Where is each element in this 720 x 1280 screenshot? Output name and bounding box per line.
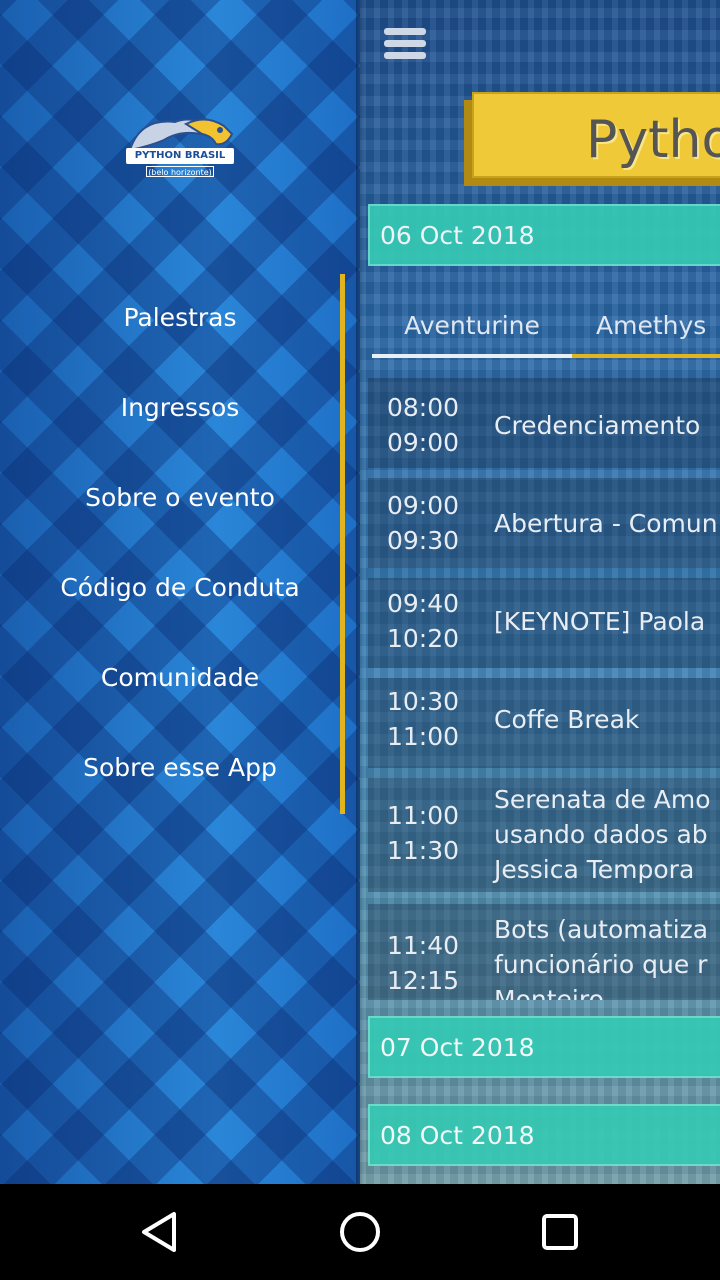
start-time: 10:30 (386, 687, 460, 716)
system-navigation-bar (0, 1184, 720, 1280)
tab-amethyst[interactable]: Amethys (596, 296, 720, 354)
start-time: 09:00 (386, 491, 460, 520)
drawer-item-comunidade[interactable]: Comunidade (0, 632, 360, 722)
drawer-item-ingressos[interactable]: Ingressos (0, 362, 360, 452)
end-time: 09:00 (386, 428, 460, 457)
list-item[interactable]: 11:40 12:15 Bots (automatiza funcionário… (368, 904, 720, 1000)
talk-speaker-line: Jessica Tempora (494, 855, 695, 884)
active-tab-indicator (372, 354, 572, 358)
end-time: 10:20 (386, 624, 460, 653)
logo-subtext: (belo horizonte) (146, 166, 214, 177)
date-header-08-oct[interactable]: 08 Oct 2018 (368, 1104, 720, 1166)
talk-title: Coffe Break (494, 705, 640, 734)
talk-speaker-line: Monteiro (494, 985, 604, 1000)
end-time: 12:15 (386, 966, 460, 995)
end-time: 09:30 (386, 526, 460, 555)
drawer-item-codigo-de-conduta[interactable]: Código de Conduta (0, 542, 360, 632)
page-title: Pytho (586, 110, 720, 170)
logo-text: PYTHON BRASIL (126, 148, 234, 164)
talk-title: [KEYNOTE] Paola (494, 607, 706, 636)
drawer-item-sobre-o-evento[interactable]: Sobre o evento (0, 452, 360, 542)
recents-square-icon[interactable] (536, 1208, 584, 1256)
list-item[interactable]: 09:40 10:20 [KEYNOTE] Paola (368, 578, 720, 668)
start-time: 09:40 (386, 589, 460, 618)
end-time: 11:00 (386, 722, 460, 751)
tab-aventurine[interactable]: Aventurine (372, 296, 572, 354)
drawer-item-sobre-esse-app[interactable]: Sobre esse App (0, 722, 360, 812)
talk-title-line-1: Serenata de Amo (494, 785, 711, 814)
start-time: 11:00 (386, 801, 460, 830)
talk-title-line-1: Bots (automatiza (494, 915, 709, 944)
date-header-07-oct[interactable]: 07 Oct 2018 (368, 1016, 720, 1078)
list-item[interactable]: 08:00 09:00 Credenciamento (368, 378, 720, 468)
home-circle-icon[interactable] (336, 1208, 384, 1256)
start-time: 08:00 (386, 393, 460, 422)
drawer-menu: Palestras Ingressos Sobre o evento Códig… (0, 272, 360, 812)
start-time: 11:40 (386, 931, 460, 960)
list-item[interactable]: 10:30 11:00 Coffe Break (368, 678, 720, 768)
date-header-06-oct[interactable]: 06 Oct 2018 (368, 204, 720, 266)
menu-selection-indicator (340, 274, 345, 814)
talk-title-line-2: funcionário que r (494, 950, 708, 979)
hamburger-menu-icon[interactable] (384, 28, 426, 64)
list-item[interactable]: 11:00 11:30 Serenata de Amo usando dados… (368, 778, 720, 892)
talk-title: Credenciamento (494, 411, 701, 440)
tab-track (572, 354, 720, 358)
navigation-drawer: PYTHON BRASIL (belo horizonte) Palestras… (0, 0, 360, 1184)
drawer-item-palestras[interactable]: Palestras (0, 272, 360, 362)
end-time: 11:30 (386, 836, 460, 865)
schedule-list: 08:00 09:00 Credenciamento 09:00 09:30 A… (368, 374, 720, 1000)
drawer-edge-shadow (356, 0, 364, 1184)
room-tabs: Aventurine Amethys (372, 296, 720, 358)
schedule-screen: Pytho 06 Oct 2018 Aventurine Amethys 08:… (360, 0, 720, 1184)
talk-title: Abertura - Comun (494, 509, 718, 538)
talk-title-line-2: usando dados ab (494, 820, 708, 849)
back-triangle-icon[interactable] (136, 1208, 184, 1256)
list-item[interactable]: 09:00 09:30 Abertura - Comun (368, 478, 720, 568)
